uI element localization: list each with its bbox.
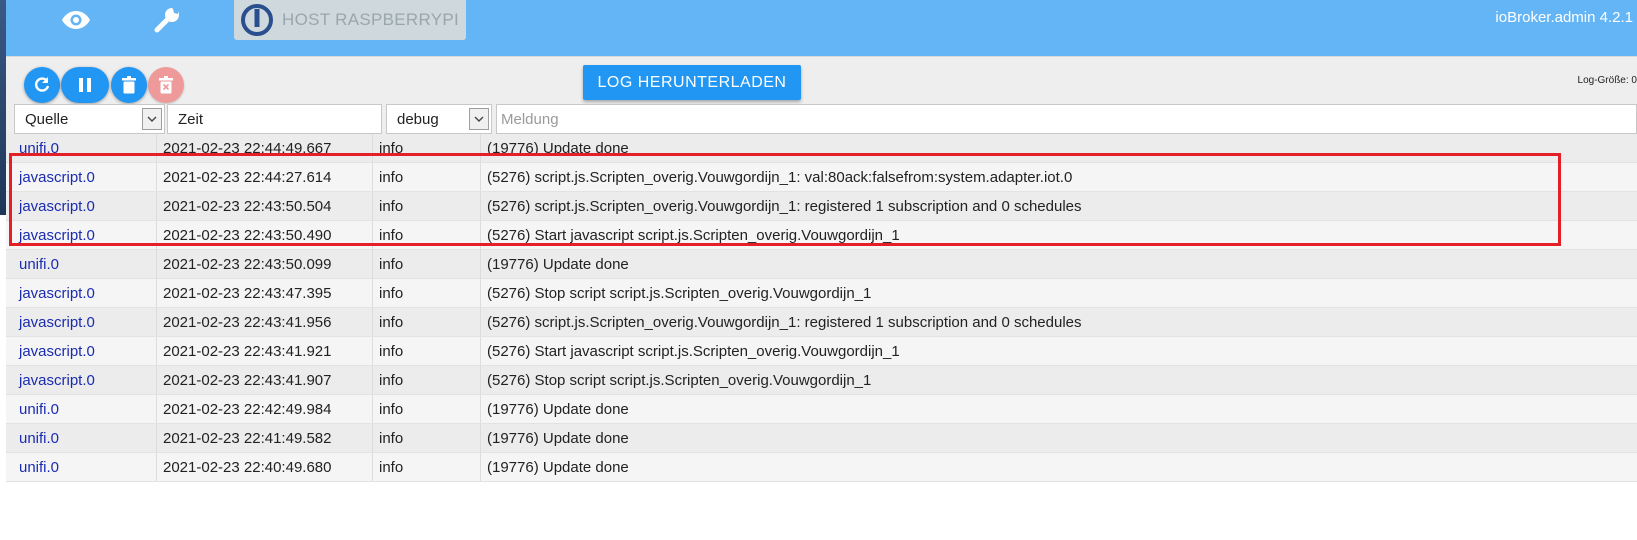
log-level: info bbox=[373, 453, 481, 481]
log-level: info bbox=[373, 221, 481, 249]
log-level: info bbox=[373, 163, 481, 191]
log-table: Quelle Zeit debug Meldung unifi.0 2021-02… bbox=[6, 104, 1637, 482]
log-message: (19776) Update done bbox=[487, 255, 629, 273]
log-source: unifi.0 bbox=[6, 134, 157, 162]
host-selector[interactable]: HOST RASPBERRYPI bbox=[234, 0, 466, 40]
log-level: info bbox=[373, 192, 481, 220]
message-filter-placeholder: Meldung bbox=[501, 110, 559, 128]
log-source: unifi.0 bbox=[6, 453, 157, 481]
log-row: unifi.0 2021-02-23 22:42:49.984 info (19776… bbox=[6, 395, 1637, 424]
log-row: javascript.0 2021-02-23 22:43:47.395 info (… bbox=[6, 279, 1637, 308]
log-level: info bbox=[373, 279, 481, 307]
log-source: javascript.0 bbox=[6, 221, 157, 249]
log-message: (5276) Start javascript script.js.Script… bbox=[487, 342, 900, 360]
log-row: javascript.0 2021-02-23 22:44:27.614 info (… bbox=[6, 163, 1637, 192]
log-message: (5276) Stop script script.js.Scripten_ov… bbox=[487, 371, 872, 389]
log-time: 2021-02-23 22:41:49.582 bbox=[157, 424, 373, 452]
log-level: info bbox=[373, 424, 481, 452]
log-row: unifi.0 2021-02-23 22:43:50.099 info (19776… bbox=[6, 250, 1637, 279]
delete-all-logs-button[interactable] bbox=[148, 67, 184, 103]
log-time: 2021-02-23 22:43:41.921 bbox=[157, 337, 373, 365]
trash-x-icon bbox=[159, 76, 173, 94]
log-level: info bbox=[373, 366, 481, 394]
log-size-label: Log-Größe: 0 bbox=[1577, 75, 1637, 86]
log-toolbar: LOG HERUNTERLADEN Log-Größe: 0 bbox=[6, 56, 1637, 104]
log-message: (5276) Stop script script.js.Scripten_ov… bbox=[487, 284, 872, 302]
source-filter[interactable]: Quelle bbox=[14, 104, 165, 134]
wrench-icon-graphic bbox=[154, 8, 179, 33]
log-level: info bbox=[373, 308, 481, 336]
level-filter[interactable]: debug bbox=[386, 104, 492, 134]
log-message: (5276) script.js.Scripten_overig.Vouwgor… bbox=[487, 197, 1082, 215]
level-filter-value: debug bbox=[397, 110, 439, 128]
log-page: HOST RASPBERRYPI ioBroker.admin 4.2.1 LO… bbox=[0, 0, 1637, 540]
log-message: (19776) Update done bbox=[487, 458, 629, 476]
delete-log-button[interactable] bbox=[111, 67, 147, 103]
log-row: unifi.0 2021-02-23 22:40:49.680 info (19776… bbox=[6, 453, 1637, 482]
time-filter[interactable]: Zeit bbox=[167, 104, 382, 134]
log-time: 2021-02-23 22:44:27.614 bbox=[157, 163, 373, 191]
log-time: 2021-02-23 22:43:50.490 bbox=[157, 221, 373, 249]
log-message: (5276) Start javascript script.js.Script… bbox=[487, 226, 900, 244]
log-level: info bbox=[373, 395, 481, 423]
log-source: javascript.0 bbox=[6, 163, 157, 191]
download-log-button[interactable]: LOG HERUNTERLADEN bbox=[583, 65, 801, 100]
refresh-button[interactable] bbox=[24, 67, 60, 103]
pause-icon bbox=[79, 78, 91, 92]
log-row: javascript.0 2021-02-23 22:43:41.907 info (… bbox=[6, 366, 1637, 395]
log-level: info bbox=[373, 250, 481, 278]
log-time: 2021-02-23 22:44:49.667 bbox=[157, 134, 373, 162]
log-time: 2021-02-23 22:43:41.956 bbox=[157, 308, 373, 336]
log-row: javascript.0 2021-02-23 22:43:41.921 info (… bbox=[6, 337, 1637, 366]
eye-icon[interactable] bbox=[56, 2, 96, 38]
log-time: 2021-02-23 22:42:49.984 bbox=[157, 395, 373, 423]
top-app-bar: HOST RASPBERRYPI ioBroker.admin 4.2.1 bbox=[6, 0, 1637, 56]
host-label: HOST RASPBERRYPI bbox=[282, 10, 460, 29]
log-level: info bbox=[373, 337, 481, 365]
filter-row: Quelle Zeit debug Meldung bbox=[6, 104, 1637, 134]
log-time: 2021-02-23 22:43:50.099 bbox=[157, 250, 373, 278]
log-source: unifi.0 bbox=[6, 250, 157, 278]
wrench-icon[interactable] bbox=[148, 2, 188, 38]
chevron-down-icon bbox=[474, 116, 484, 122]
eye-icon-graphic bbox=[62, 11, 90, 29]
source-filter-value: Quelle bbox=[25, 110, 69, 128]
log-level: info bbox=[373, 134, 481, 162]
log-time: 2021-02-23 22:40:49.680 bbox=[157, 453, 373, 481]
log-row: unifi.0 2021-02-23 22:44:49.667 info (19776… bbox=[6, 134, 1637, 163]
chevron-down-icon bbox=[147, 116, 157, 122]
message-filter-input[interactable]: Meldung bbox=[496, 104, 1637, 134]
log-row: unifi.0 2021-02-23 22:41:49.582 info (19776… bbox=[6, 424, 1637, 453]
log-message: (19776) Update done bbox=[487, 400, 629, 418]
trash-icon bbox=[122, 76, 136, 94]
log-time: 2021-02-23 22:43:41.907 bbox=[157, 366, 373, 394]
log-time: 2021-02-23 22:43:47.395 bbox=[157, 279, 373, 307]
source-filter-dropdown[interactable] bbox=[142, 108, 162, 130]
iobroker-logo-icon bbox=[241, 4, 273, 36]
log-source: javascript.0 bbox=[6, 337, 157, 365]
log-row: javascript.0 2021-02-23 22:43:41.956 info (… bbox=[6, 308, 1637, 337]
refresh-icon bbox=[35, 77, 50, 92]
log-source: javascript.0 bbox=[6, 366, 157, 394]
log-source: unifi.0 bbox=[6, 395, 157, 423]
log-source: javascript.0 bbox=[6, 192, 157, 220]
log-time: 2021-02-23 22:43:50.504 bbox=[157, 192, 373, 220]
log-message: (19776) Update done bbox=[487, 429, 629, 447]
log-message: (5276) script.js.Scripten_overig.Vouwgor… bbox=[487, 313, 1082, 331]
time-filter-value: Zeit bbox=[178, 110, 204, 128]
level-filter-dropdown[interactable] bbox=[469, 108, 489, 130]
log-source: unifi.0 bbox=[6, 424, 157, 452]
log-message: (5276) script.js.Scripten_overig.Vouwgor… bbox=[487, 168, 1073, 186]
log-message: (19776) Update done bbox=[487, 139, 629, 157]
log-row: javascript.0 2021-02-23 22:43:50.490 info (… bbox=[6, 221, 1637, 250]
log-rows: unifi.0 2021-02-23 22:44:49.667 info (19776… bbox=[6, 134, 1637, 482]
log-row: javascript.0 2021-02-23 22:43:50.504 info (… bbox=[6, 192, 1637, 221]
log-source: javascript.0 bbox=[6, 279, 157, 307]
pause-button[interactable] bbox=[61, 67, 109, 103]
app-version: ioBroker.admin 4.2.1 bbox=[1495, 9, 1633, 26]
log-source: javascript.0 bbox=[6, 308, 157, 336]
